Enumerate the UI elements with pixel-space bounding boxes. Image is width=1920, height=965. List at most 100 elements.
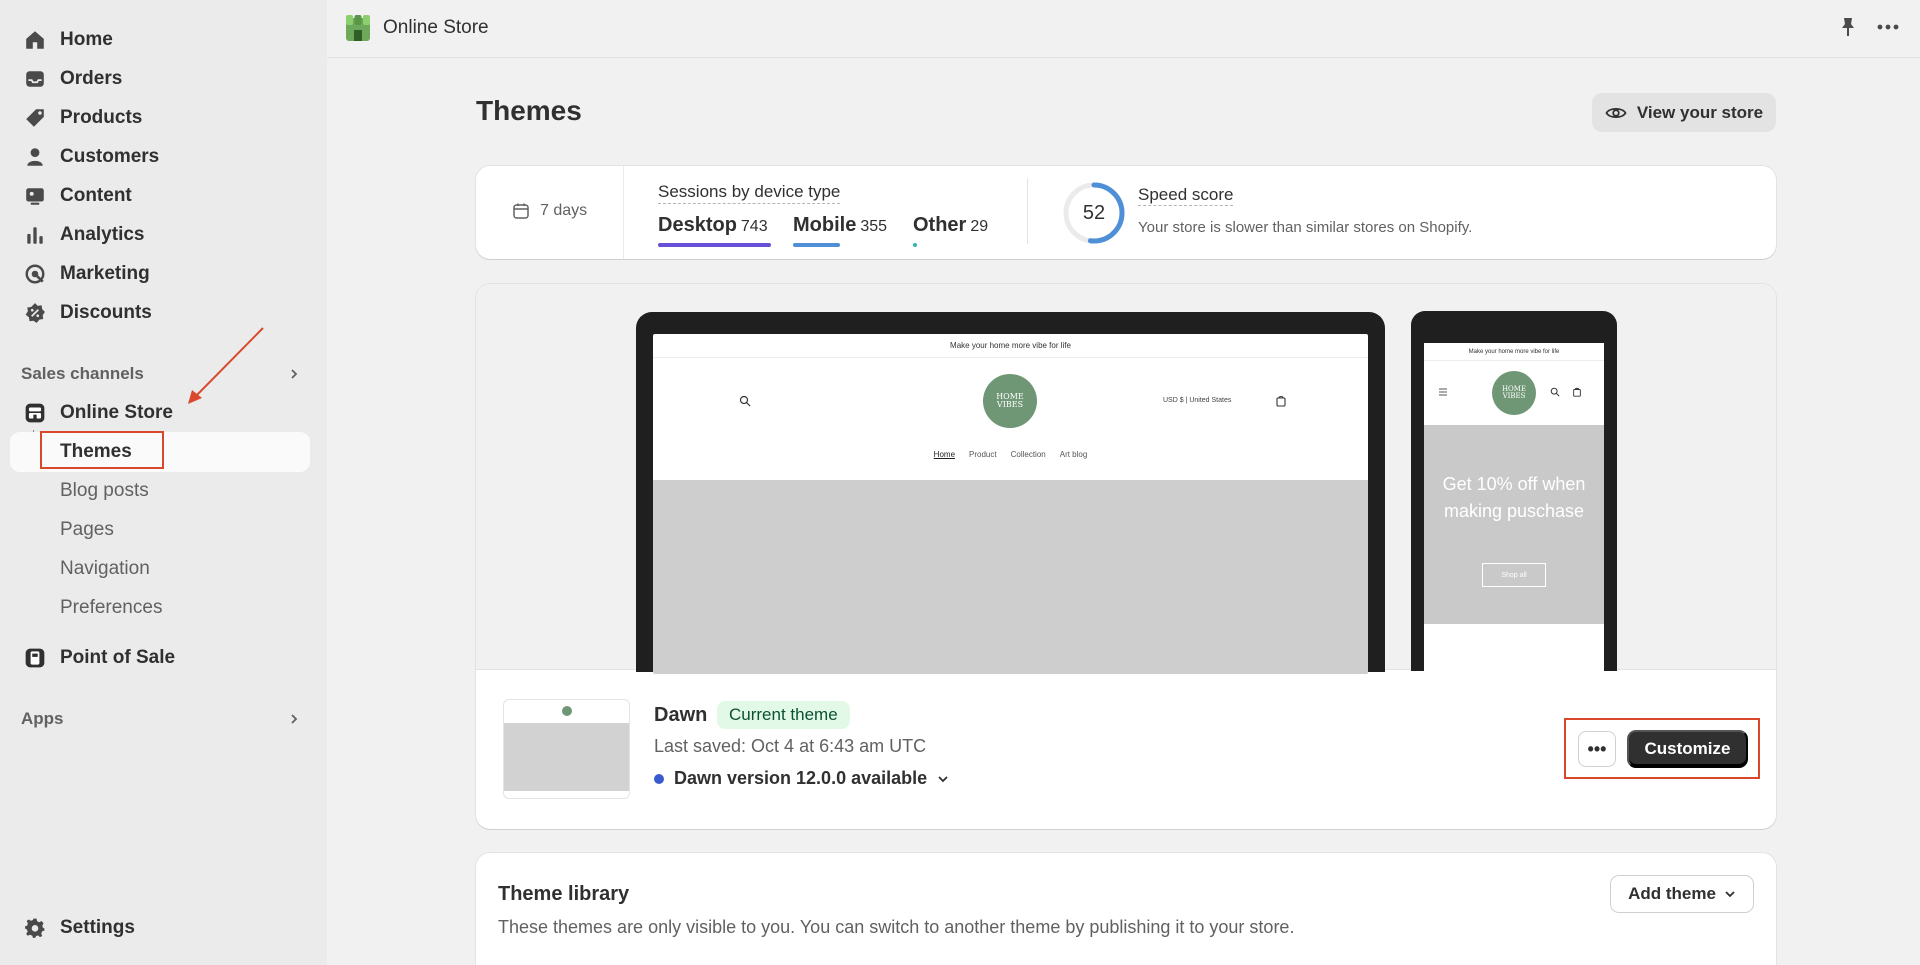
sidebar-item-label: Home xyxy=(60,29,113,50)
current-theme-card: Make your home more vibe for life HOME V… xyxy=(476,284,1776,829)
device-name: Mobile xyxy=(793,214,857,236)
divider xyxy=(1027,178,1028,244)
sidebar-item-label: Point of Sale xyxy=(60,647,176,668)
preview-currency: USD $ | United States xyxy=(1163,397,1232,404)
add-theme-button[interactable]: Add theme xyxy=(1610,875,1754,913)
device-count: 743 xyxy=(740,218,768,235)
sidebar-item-label: Discounts xyxy=(60,302,152,323)
bar-chart-icon xyxy=(20,223,50,247)
tag-icon xyxy=(20,106,50,130)
sidebar-item-orders[interactable]: Orders xyxy=(20,62,122,96)
preview-hero xyxy=(653,480,1368,674)
sidebar-item-label: Customers xyxy=(60,146,160,167)
sidebar-subitem-navigation[interactable]: Navigation xyxy=(60,558,150,580)
view-store-label: View your store xyxy=(1636,102,1764,122)
search-icon xyxy=(1550,387,1560,397)
theme-thumbnail xyxy=(503,699,630,799)
sidebar-item-point-of-sale[interactable]: Point of Sale xyxy=(20,641,175,675)
theme-preview[interactable]: Make your home more vibe for life HOME V… xyxy=(476,284,1776,674)
annotation-arrow xyxy=(188,327,264,404)
current-theme-badge: Current theme xyxy=(717,701,850,729)
sessions-title[interactable]: Sessions by device type xyxy=(658,182,841,204)
device-count: 29 xyxy=(970,218,989,235)
more-horizontal-icon[interactable] xyxy=(1876,23,1900,31)
sidebar-item-settings[interactable]: Settings xyxy=(20,911,135,945)
inbox-icon xyxy=(20,67,50,91)
mobile-announcement: Make your home more vibe for life xyxy=(1424,343,1604,361)
thumbnail-logo xyxy=(562,706,572,716)
theme-name: Dawn xyxy=(654,704,708,726)
theme-library-title: Theme library xyxy=(498,883,630,905)
device-count: 355 xyxy=(860,218,888,235)
sidebar-item-online-store[interactable]: Online Store xyxy=(20,396,173,430)
preview-nav-item: Art blog xyxy=(1059,450,1088,459)
chevron-right-icon xyxy=(291,369,298,379)
chevron-down-icon xyxy=(1725,891,1735,898)
sidebar-item-products[interactable]: Products xyxy=(20,101,142,135)
sessions-mobile[interactable]: Mobile 355 xyxy=(793,214,887,237)
chevron-right-icon xyxy=(291,714,298,724)
sessions-other[interactable]: Other 29 xyxy=(913,214,988,237)
sidebar-subitem-pages[interactable]: Pages xyxy=(60,519,114,541)
gear-icon xyxy=(20,916,50,940)
calendar-icon xyxy=(513,203,529,219)
sidebar-item-label: Orders xyxy=(60,68,123,89)
pin-icon[interactable] xyxy=(1838,16,1858,38)
theme-actions-button[interactable]: ••• xyxy=(1578,731,1616,767)
mobile-hero-button: Shop all xyxy=(1482,563,1546,587)
sidebar-item-home[interactable]: Home xyxy=(20,23,113,57)
sidebar-item-label: Products xyxy=(60,107,143,128)
breadcrumb[interactable]: Online Store xyxy=(345,14,489,42)
sidebar-subitem-preferences[interactable]: Preferences xyxy=(60,597,162,619)
speed-score-title[interactable]: Speed score xyxy=(1138,185,1234,206)
view-store-button[interactable]: View your store xyxy=(1592,93,1776,132)
chevron-down-icon xyxy=(938,775,948,782)
mobile-hero-text: Get 10% off when making puschase xyxy=(1442,474,1586,521)
theme-library-card: Theme library These themes are only visi… xyxy=(476,853,1776,965)
add-theme-label: Add theme xyxy=(1628,884,1716,903)
theme-library-description: These themes are only visible to you. Yo… xyxy=(498,917,1295,937)
apps-header[interactable]: Apps xyxy=(21,709,301,729)
last-saved-text: Last saved: Oct 4 at 6:43 am UTC xyxy=(654,736,927,756)
discount-icon xyxy=(20,301,50,325)
desktop-preview-frame: Make your home more vibe for life HOME V… xyxy=(636,312,1385,674)
speed-score-value: 52 xyxy=(1082,201,1106,224)
sidebar-item-marketing[interactable]: Marketing xyxy=(20,257,150,291)
sidebar-item-label: Settings xyxy=(60,917,135,938)
home-icon xyxy=(20,28,50,52)
sidebar-item-discounts[interactable]: Discounts xyxy=(20,296,152,330)
person-icon xyxy=(20,145,50,169)
sidebar-item-customers[interactable]: Customers xyxy=(20,140,159,174)
customize-button[interactable]: Customize xyxy=(1627,730,1748,768)
highlight-box-themes xyxy=(40,431,164,469)
sidebar-item-content[interactable]: Content xyxy=(20,179,132,213)
mobile-logo: HOME VIBES xyxy=(1492,371,1536,415)
device-name: Other xyxy=(913,214,967,236)
page-title: Themes xyxy=(476,95,582,126)
preview-nav-item: Product xyxy=(969,450,997,459)
version-update-toggle[interactable]: Dawn version 12.0.0 available xyxy=(654,768,949,789)
sessions-desktop[interactable]: Desktop 743 xyxy=(658,214,768,237)
cart-icon xyxy=(1276,395,1286,407)
target-icon xyxy=(20,262,50,286)
mobile-preview-frame: Make your home more vibe for life HOME V… xyxy=(1411,311,1617,673)
sidebar-item-label: Marketing xyxy=(60,263,150,284)
search-icon xyxy=(739,395,751,407)
speed-score-description: Your store is slower than similar stores… xyxy=(1138,219,1473,236)
desktop-preview-screen: Make your home more vibe for life HOME V… xyxy=(653,334,1368,674)
sidebar-item-analytics[interactable]: Analytics xyxy=(20,218,144,252)
mobile-preview-screen: Make your home more vibe for life HOME V… xyxy=(1424,343,1604,673)
divider xyxy=(623,166,624,259)
apps-label: Apps xyxy=(21,709,64,728)
version-label: Dawn version 12.0.0 available xyxy=(674,768,928,788)
date-range-selector[interactable]: 7 days xyxy=(512,202,587,220)
image-icon xyxy=(20,184,50,208)
preview-nav: Home Product Collection Art blog xyxy=(653,450,1368,459)
topbar-title: Online Store xyxy=(383,17,489,38)
device-name: Desktop xyxy=(658,214,737,236)
storefront-icon xyxy=(20,401,50,425)
date-range-label: 7 days xyxy=(540,202,588,219)
sidebar-subitem-blog-posts[interactable]: Blog posts xyxy=(60,480,149,502)
cart-icon xyxy=(1573,387,1581,397)
sidebar-item-label: Analytics xyxy=(60,224,145,245)
